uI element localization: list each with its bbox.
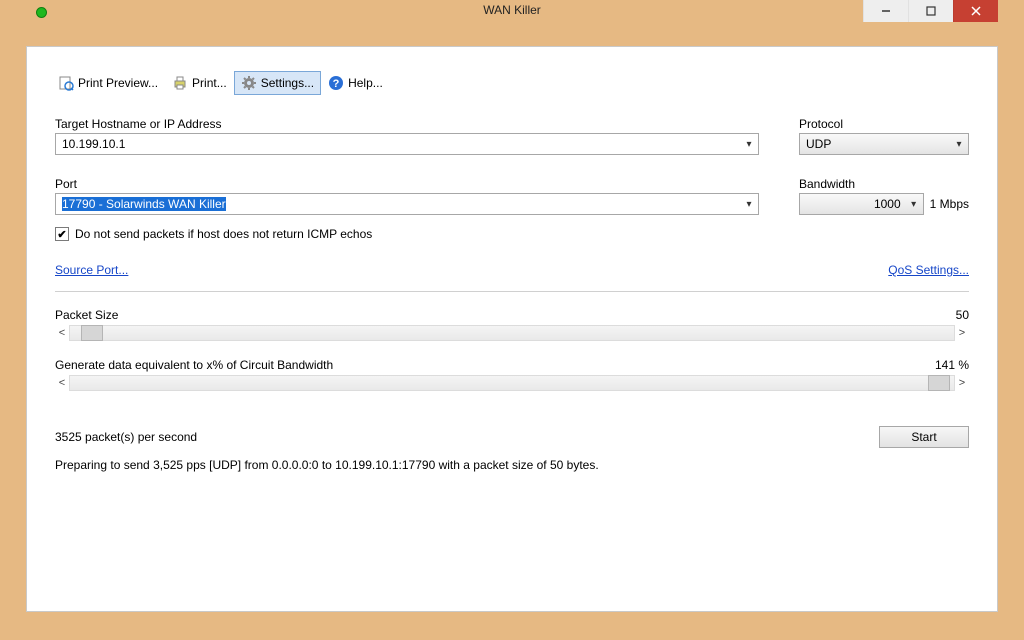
printer-icon	[172, 75, 188, 91]
packet-size-label: Packet Size	[55, 308, 118, 322]
protocol-label: Protocol	[799, 117, 969, 131]
minimize-icon	[881, 6, 891, 16]
title-bar: WAN Killer	[0, 0, 1024, 22]
svg-text:?: ?	[333, 78, 340, 90]
bandwidth-select[interactable]: 1000 ▾	[799, 193, 924, 215]
icmp-label: Do not send packets if host does not ret…	[75, 227, 372, 241]
bandwidth-unit: 1 Mbps	[930, 197, 969, 211]
percent-value: 141 %	[935, 358, 969, 372]
window-frame: WAN Killer Print Preview...	[0, 0, 1024, 640]
maximize-icon	[926, 6, 936, 16]
packet-size-slider[interactable]: < >	[55, 324, 969, 342]
chevron-down-icon: ▾	[905, 199, 923, 210]
close-button[interactable]	[953, 0, 998, 22]
print-label: Print...	[192, 76, 227, 90]
slider-track[interactable]	[69, 325, 955, 341]
protocol-value: UDP	[800, 137, 950, 151]
slider-thumb[interactable]	[928, 375, 950, 391]
target-value: 10.199.10.1	[56, 137, 740, 151]
pps-readout: 3525 packet(s) per second	[55, 430, 197, 444]
print-button[interactable]: Print...	[165, 71, 234, 95]
source-port-link[interactable]: Source Port...	[55, 263, 128, 277]
toolbar: Print Preview... Print... Settings... ? …	[51, 71, 969, 95]
chevron-down-icon: ▾	[740, 199, 758, 210]
chevron-down-icon: ▾	[740, 139, 758, 150]
print-preview-button[interactable]: Print Preview...	[51, 71, 165, 95]
window-buttons	[863, 0, 998, 22]
target-label: Target Hostname or IP Address	[55, 117, 759, 131]
status-text: Preparing to send 3,525 pps [UDP] from 0…	[55, 458, 969, 472]
port-label: Port	[55, 177, 759, 191]
slider-right-arrow-icon[interactable]: >	[955, 377, 969, 389]
chevron-down-icon: ▾	[950, 139, 968, 150]
slider-left-arrow-icon[interactable]: <	[55, 377, 69, 389]
settings-label: Settings...	[261, 76, 314, 90]
start-button[interactable]: Start	[879, 426, 969, 448]
start-label: Start	[911, 430, 936, 444]
main-panel: Print Preview... Print... Settings... ? …	[26, 46, 998, 612]
icmp-checkbox[interactable]: ✔	[55, 227, 69, 241]
close-icon	[971, 6, 981, 16]
gear-icon	[241, 75, 257, 91]
qos-settings-link[interactable]: QoS Settings...	[888, 263, 969, 277]
settings-button[interactable]: Settings...	[234, 71, 321, 95]
bandwidth-value: 1000	[800, 197, 905, 211]
help-label: Help...	[348, 76, 383, 90]
protocol-select[interactable]: UDP ▾	[799, 133, 969, 155]
target-input[interactable]: 10.199.10.1 ▾	[55, 133, 759, 155]
bandwidth-label: Bandwidth	[799, 177, 969, 191]
maximize-button[interactable]	[908, 0, 953, 22]
packet-size-value: 50	[956, 308, 969, 322]
port-value: 17790 - Solarwinds WAN Killer	[62, 197, 226, 211]
slider-track[interactable]	[69, 375, 955, 391]
percent-slider[interactable]: < >	[55, 374, 969, 392]
slider-thumb[interactable]	[81, 325, 103, 341]
port-select[interactable]: 17790 - Solarwinds WAN Killer ▾	[55, 193, 759, 215]
divider	[55, 291, 969, 292]
help-icon: ?	[328, 75, 344, 91]
help-button[interactable]: ? Help...	[321, 71, 390, 95]
minimize-button[interactable]	[863, 0, 908, 22]
print-preview-icon	[58, 75, 74, 91]
print-preview-label: Print Preview...	[78, 76, 158, 90]
slider-left-arrow-icon[interactable]: <	[55, 327, 69, 339]
slider-right-arrow-icon[interactable]: >	[955, 327, 969, 339]
percent-label: Generate data equivalent to x% of Circui…	[55, 358, 333, 372]
